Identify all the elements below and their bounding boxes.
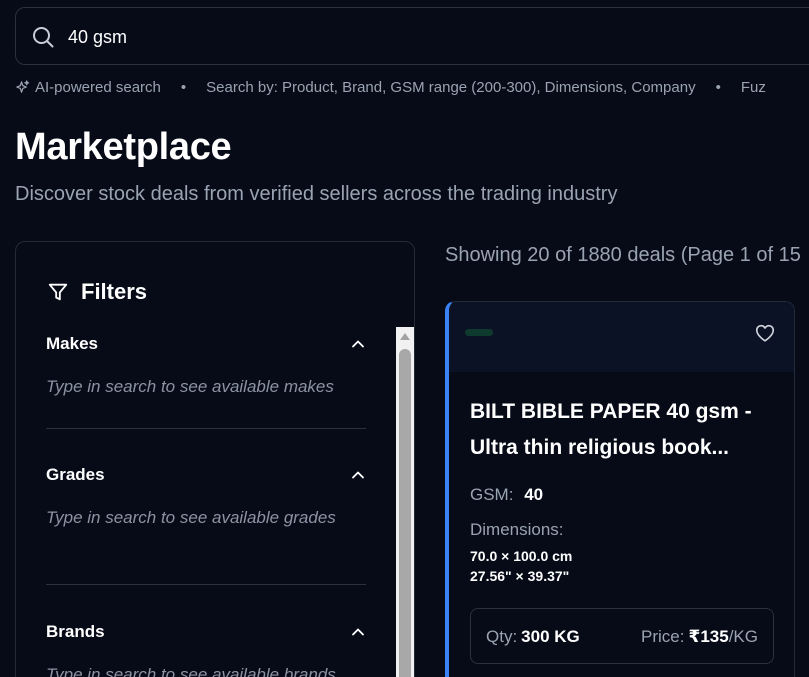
filter-section-name: Grades (46, 465, 105, 484)
search-hint-ai: AI-powered search (35, 78, 161, 96)
status-badge (465, 329, 493, 336)
filters-title: Filters (81, 279, 148, 304)
qty-price-box: Qty: 300 KG Price: ₹135/KG (470, 608, 774, 664)
filters-scrollbar[interactable] (396, 327, 414, 677)
marketplace-page: AI-powered search • Search by: Product, … (0, 0, 809, 677)
filter-section-name: Brands (46, 622, 105, 641)
filter-section-makes: Makes Type in search to see available ma… (46, 334, 366, 399)
chevron-up-icon[interactable] (350, 336, 366, 352)
filter-section-hint: Type in search to see available brands (46, 665, 336, 677)
deal-quantity: Qty: 300 KG (486, 627, 580, 647)
filter-section-hint: Type in search to see available makes (46, 377, 334, 396)
price-unit: /KG (728, 627, 758, 646)
search-hint-fuzzy: Fuz (740, 78, 766, 96)
hint-separator: • (180, 78, 187, 96)
gsm-value: 40 (524, 485, 544, 504)
page-subtitle: Discover stock deals from verified selle… (15, 183, 618, 205)
page-title: Marketplace (15, 126, 232, 168)
filters-header: Filters (47, 279, 147, 305)
price-label: Price: (641, 627, 685, 646)
filters-panel: Filters Makes Type in search to see avai… (15, 241, 415, 677)
dimensions-cm: 70.0 × 100.0 cm (470, 548, 573, 564)
gsm-label: GSM: (470, 485, 514, 504)
filter-icon (48, 283, 68, 301)
filter-section-toggle[interactable]: Grades (46, 465, 366, 485)
dimensions-label: Dimensions: (470, 520, 564, 539)
filter-section-toggle[interactable]: Brands (46, 622, 366, 642)
section-divider (46, 584, 366, 585)
filter-section-toggle[interactable]: Makes (46, 334, 366, 354)
search-bar[interactable] (15, 7, 809, 65)
search-input[interactable] (68, 22, 768, 52)
search-icon (33, 27, 54, 48)
qty-label: Qty: (486, 627, 518, 646)
section-divider (46, 428, 366, 429)
search-hints: AI-powered search • Search by: Product, … (15, 77, 809, 97)
deal-gsm: GSM: 40 (470, 485, 543, 505)
qty-value: 300 KG (521, 627, 580, 646)
dimensions-inches: 27.56" × 39.37" (470, 568, 570, 584)
chevron-up-icon[interactable] (350, 467, 366, 483)
scroll-up-arrow[interactable] (400, 333, 410, 340)
price-value: ₹135 (688, 627, 729, 646)
deal-card-header (449, 302, 794, 372)
sparkle-icon (16, 79, 30, 93)
filter-section-brands: Brands Type in search to see available b… (46, 622, 366, 677)
heart-icon[interactable] (754, 322, 776, 344)
search-hint-fields: Search by: Product, Brand, GSM range (20… (206, 78, 696, 96)
deal-card[interactable]: BILT BIBLE PAPER 40 gsm - Ultra thin rel… (445, 301, 795, 677)
filter-section-hint: Type in search to see available grades (46, 508, 336, 527)
results-count: Showing 20 of 1880 deals (Page 1 of 15 (445, 244, 801, 266)
filter-section-grades: Grades Type in search to see available g… (46, 465, 366, 530)
deal-title[interactable]: BILT BIBLE PAPER 40 gsm - Ultra thin rel… (470, 394, 780, 466)
filter-section-name: Makes (46, 334, 98, 353)
chevron-up-icon[interactable] (350, 624, 366, 640)
deal-price: Price: ₹135/KG (641, 627, 758, 647)
scrollbar-thumb[interactable] (399, 349, 411, 677)
hint-separator: • (715, 78, 721, 96)
